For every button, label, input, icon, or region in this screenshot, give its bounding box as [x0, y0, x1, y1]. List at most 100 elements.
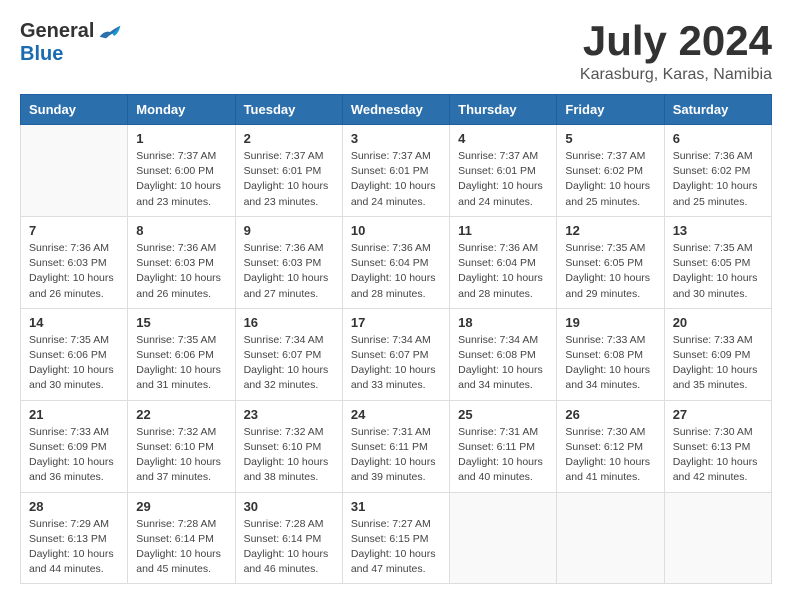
day-info: Sunrise: 7:37 AM Sunset: 6:01 PM Dayligh… [351, 149, 441, 210]
day-info: Sunrise: 7:31 AM Sunset: 6:11 PM Dayligh… [458, 425, 548, 486]
calendar-cell [557, 492, 664, 584]
day-number: 15 [136, 315, 226, 330]
calendar-cell: 11 Sunrise: 7:36 AM Sunset: 6:04 PM Dayli… [450, 216, 557, 308]
calendar-cell: 4Sunrise: 7:37 AM Sunset: 6:01 PM Daylig… [450, 125, 557, 217]
day-number: 21 [29, 407, 119, 422]
calendar-cell: 28 Sunrise: 7:29 AM Sunset: 6:13 PM Dayli… [21, 492, 128, 584]
day-number: 14 [29, 315, 119, 330]
days-header-row: SundayMondayTuesdayWednesdayThursdayFrid… [21, 95, 772, 125]
day-header-saturday: Saturday [664, 95, 771, 125]
day-number: 26 [565, 407, 655, 422]
logo-blue-text: Blue [20, 43, 63, 66]
calendar-cell [664, 492, 771, 584]
day-number: 31 [351, 499, 441, 514]
day-info: Sunrise: 7:35 AM Sunset: 6:06 PM Dayligh… [29, 333, 119, 394]
calendar-cell: 21 Sunrise: 7:33 AM Sunset: 6:09 PM Dayli… [21, 400, 128, 492]
logo: General Blue [20, 20, 122, 66]
calendar-cell: 30Sunrise: 7:28 AM Sunset: 6:14 PM Dayli… [235, 492, 342, 584]
calendar-cell: 8 Sunrise: 7:36 AM Sunset: 6:03 PM Daylig… [128, 216, 235, 308]
calendar-cell: 1 Sunrise: 7:37 AM Sunset: 6:00 PM Daylig… [128, 125, 235, 217]
day-info: Sunrise: 7:33 AM Sunset: 6:09 PM Dayligh… [673, 333, 763, 394]
day-number: 19 [565, 315, 655, 330]
day-info: Sunrise: 7:36 AM Sunset: 6:04 PM Dayligh… [458, 241, 548, 302]
calendar-cell: 15 Sunrise: 7:35 AM Sunset: 6:06 PM Dayli… [128, 308, 235, 400]
calendar-cell: 25 Sunrise: 7:31 AM Sunset: 6:11 PM Dayli… [450, 400, 557, 492]
week-row-3: 14 Sunrise: 7:35 AM Sunset: 6:06 PM Dayli… [21, 308, 772, 400]
day-number: 22 [136, 407, 226, 422]
day-info: Sunrise: 7:33 AM Sunset: 6:09 PM Dayligh… [29, 425, 119, 486]
calendar-cell [21, 125, 128, 217]
day-info: Sunrise: 7:29 AM Sunset: 6:13 PM Dayligh… [29, 517, 119, 578]
day-info: Sunrise: 7:35 AM Sunset: 6:05 PM Dayligh… [673, 241, 763, 302]
day-info: Sunrise: 7:28 AM Sunset: 6:14 PM Dayligh… [136, 517, 226, 578]
month-title: July 2024 [580, 20, 772, 62]
day-info: Sunrise: 7:28 AM Sunset: 6:14 PM Dayligh… [244, 517, 334, 578]
day-header-sunday: Sunday [21, 95, 128, 125]
day-number: 11 [458, 223, 548, 238]
title-section: July 2024 Karasburg, Karas, Namibia [580, 20, 772, 84]
day-number: 23 [244, 407, 334, 422]
day-header-wednesday: Wednesday [342, 95, 449, 125]
day-info: Sunrise: 7:36 AM Sunset: 6:04 PM Dayligh… [351, 241, 441, 302]
day-number: 18 [458, 315, 548, 330]
calendar-cell: 17 Sunrise: 7:34 AM Sunset: 6:07 PM Dayli… [342, 308, 449, 400]
calendar-cell: 6Sunrise: 7:36 AM Sunset: 6:02 PM Daylig… [664, 125, 771, 217]
calendar-cell: 20Sunrise: 7:33 AM Sunset: 6:09 PM Dayli… [664, 308, 771, 400]
calendar-cell: 24 Sunrise: 7:31 AM Sunset: 6:11 PM Dayli… [342, 400, 449, 492]
day-info: Sunrise: 7:36 AM Sunset: 6:03 PM Dayligh… [136, 241, 226, 302]
calendar-cell: 23 Sunrise: 7:32 AM Sunset: 6:10 PM Dayli… [235, 400, 342, 492]
day-number: 28 [29, 499, 119, 514]
day-info: Sunrise: 7:34 AM Sunset: 6:07 PM Dayligh… [244, 333, 334, 394]
day-number: 24 [351, 407, 441, 422]
day-info: Sunrise: 7:36 AM Sunset: 6:03 PM Dayligh… [244, 241, 334, 302]
day-number: 2 [244, 131, 334, 146]
day-info: Sunrise: 7:37 AM Sunset: 6:00 PM Dayligh… [136, 149, 226, 210]
day-info: Sunrise: 7:34 AM Sunset: 6:07 PM Dayligh… [351, 333, 441, 394]
calendar-cell: 22Sunrise: 7:32 AM Sunset: 6:10 PM Dayli… [128, 400, 235, 492]
day-number: 5 [565, 131, 655, 146]
location-text: Karasburg, Karas, Namibia [580, 66, 772, 84]
calendar-cell: 27Sunrise: 7:30 AM Sunset: 6:13 PM Dayli… [664, 400, 771, 492]
calendar-cell: 3 Sunrise: 7:37 AM Sunset: 6:01 PM Daylig… [342, 125, 449, 217]
day-info: Sunrise: 7:33 AM Sunset: 6:08 PM Dayligh… [565, 333, 655, 394]
day-number: 7 [29, 223, 119, 238]
calendar-cell: 5 Sunrise: 7:37 AM Sunset: 6:02 PM Daylig… [557, 125, 664, 217]
calendar-table: SundayMondayTuesdayWednesdayThursdayFrid… [20, 94, 772, 584]
day-number: 17 [351, 315, 441, 330]
day-number: 10 [351, 223, 441, 238]
day-number: 25 [458, 407, 548, 422]
day-header-thursday: Thursday [450, 95, 557, 125]
calendar-cell: 9 Sunrise: 7:36 AM Sunset: 6:03 PM Daylig… [235, 216, 342, 308]
calendar-cell: 18 Sunrise: 7:34 AM Sunset: 6:08 PM Dayli… [450, 308, 557, 400]
calendar-cell: 14 Sunrise: 7:35 AM Sunset: 6:06 PM Dayli… [21, 308, 128, 400]
day-info: Sunrise: 7:36 AM Sunset: 6:03 PM Dayligh… [29, 241, 119, 302]
day-info: Sunrise: 7:35 AM Sunset: 6:06 PM Dayligh… [136, 333, 226, 394]
week-row-5: 28 Sunrise: 7:29 AM Sunset: 6:13 PM Dayli… [21, 492, 772, 584]
calendar-cell: 2 Sunrise: 7:37 AM Sunset: 6:01 PM Daylig… [235, 125, 342, 217]
day-info: Sunrise: 7:37 AM Sunset: 6:01 PM Dayligh… [458, 149, 548, 210]
day-info: Sunrise: 7:34 AM Sunset: 6:08 PM Dayligh… [458, 333, 548, 394]
day-header-friday: Friday [557, 95, 664, 125]
day-number: 1 [136, 131, 226, 146]
calendar-cell: 10 Sunrise: 7:36 AM Sunset: 6:04 PM Dayli… [342, 216, 449, 308]
day-info: Sunrise: 7:37 AM Sunset: 6:02 PM Dayligh… [565, 149, 655, 210]
logo-general-text: General [20, 20, 94, 43]
calendar-cell: 29Sunrise: 7:28 AM Sunset: 6:14 PM Dayli… [128, 492, 235, 584]
day-number: 8 [136, 223, 226, 238]
calendar-cell: 19 Sunrise: 7:33 AM Sunset: 6:08 PM Dayli… [557, 308, 664, 400]
day-info: Sunrise: 7:37 AM Sunset: 6:01 PM Dayligh… [244, 149, 334, 210]
day-number: 13 [673, 223, 763, 238]
day-header-tuesday: Tuesday [235, 95, 342, 125]
day-info: Sunrise: 7:31 AM Sunset: 6:11 PM Dayligh… [351, 425, 441, 486]
day-info: Sunrise: 7:30 AM Sunset: 6:12 PM Dayligh… [565, 425, 655, 486]
day-info: Sunrise: 7:32 AM Sunset: 6:10 PM Dayligh… [244, 425, 334, 486]
calendar-cell: 16 Sunrise: 7:34 AM Sunset: 6:07 PM Dayli… [235, 308, 342, 400]
day-number: 9 [244, 223, 334, 238]
day-header-monday: Monday [128, 95, 235, 125]
calendar-cell: 31Sunrise: 7:27 AM Sunset: 6:15 PM Dayli… [342, 492, 449, 584]
day-number: 16 [244, 315, 334, 330]
week-row-2: 7 Sunrise: 7:36 AM Sunset: 6:03 PM Daylig… [21, 216, 772, 308]
day-number: 3 [351, 131, 441, 146]
day-info: Sunrise: 7:30 AM Sunset: 6:13 PM Dayligh… [673, 425, 763, 486]
day-info: Sunrise: 7:35 AM Sunset: 6:05 PM Dayligh… [565, 241, 655, 302]
